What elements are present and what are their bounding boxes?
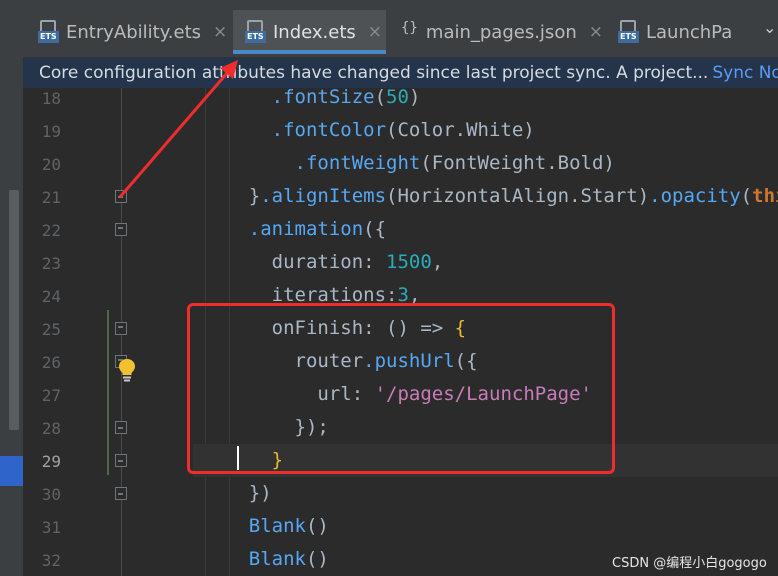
code-token: () [305, 548, 329, 570]
code-token: 50 [386, 88, 409, 108]
ets-file-icon: ETS [38, 20, 60, 44]
code-line[interactable]: }) [193, 477, 778, 510]
project-panel-scrollbar[interactable] [9, 190, 19, 430]
code-line[interactable]: .fontSize(50) [193, 88, 778, 114]
editor-gutter[interactable]: 18 19 20 21 22 23 24 25 26 27 28 29 30 31 32 [23, 88, 193, 576]
line-number: 18 [41, 89, 61, 108]
line-number: 22 [41, 221, 61, 240]
close-icon[interactable]: × [368, 22, 382, 42]
code-line[interactable]: .fontColor(Color.White) [193, 114, 778, 147]
code-token: ( [374, 88, 387, 108]
fold-marker-icon[interactable] [115, 487, 127, 500]
code-token: : [363, 251, 387, 273]
code-token: .opacity [649, 185, 741, 207]
line-number: 21 [41, 188, 61, 207]
code-token: .fontWeight [294, 152, 421, 174]
vcs-change-marker[interactable] [107, 310, 109, 475]
code-token: (FontWeight.Bold) [420, 152, 615, 174]
code-token: .fontSize [271, 88, 375, 108]
code-token: (Color.White) [386, 119, 535, 141]
code-token: () [305, 515, 329, 537]
code-token: ( [740, 185, 753, 207]
json-file-icon: {} [401, 20, 418, 36]
code-token: .alignItems [260, 185, 387, 207]
tab-label: LaunchPa [646, 21, 733, 43]
code-token: .fontColor [271, 119, 387, 141]
line-number: 30 [41, 485, 61, 504]
ets-file-icon: ETS [245, 20, 267, 44]
project-panel-strip [0, 0, 23, 576]
code-token: ) [408, 88, 421, 108]
tab-label: Index.ets [273, 21, 356, 43]
tab-launchpage[interactable]: ETS LaunchPa [606, 10, 738, 54]
sync-notification-banner: Core configuration attributes have chang… [23, 58, 778, 88]
line-number: 24 [41, 287, 61, 306]
fold-marker-icon[interactable] [115, 223, 127, 236]
line-number: 28 [41, 419, 61, 438]
line-number: 26 [41, 353, 61, 372]
code-line[interactable]: .animation({ [193, 213, 778, 246]
line-number: 25 [41, 320, 61, 339]
code-token: }) [203, 482, 272, 504]
code-token: ({ [363, 218, 387, 240]
tab-label: main_pages.json [425, 21, 577, 43]
tab-main-pages[interactable]: {} main_pages.json × [389, 10, 603, 54]
code-token: Blank [248, 515, 306, 537]
code-token: Blank [248, 548, 306, 570]
code-token: this [752, 185, 778, 207]
code-token: (HorizontalAlign.Start) [386, 185, 650, 207]
ets-file-icon: ETS [618, 20, 640, 44]
fold-marker-icon[interactable] [115, 421, 127, 434]
code-token: } [203, 185, 261, 207]
code-line[interactable]: }.alignItems(HorizontalAlign.Start).opac… [193, 180, 778, 213]
code-token: 1500 [386, 251, 432, 273]
tab-index[interactable]: ETS Index.ets × [233, 10, 386, 54]
close-icon[interactable]: × [589, 22, 603, 42]
watermark: CSDN @编程小白gogogo [612, 556, 767, 571]
code-token: .animation [248, 218, 364, 240]
tab-label: EntryAbility.ets [66, 21, 202, 43]
line-number: 19 [41, 122, 61, 141]
tab-entryability[interactable]: ETS EntryAbility.ets × [26, 10, 230, 54]
code-line[interactable]: .fontWeight(FontWeight.Bold) [193, 147, 778, 180]
project-panel-selected-item[interactable] [0, 456, 23, 486]
sync-now-link[interactable]: Sync No [712, 63, 778, 83]
line-number: 20 [41, 155, 61, 174]
chevron-down-icon[interactable]: ⌄ [763, 18, 776, 37]
fold-marker-icon[interactable] [115, 454, 127, 467]
editor-tab-bar: ETS EntryAbility.ets × ETS Index.ets × {… [23, 0, 778, 58]
line-number: 29 [41, 452, 61, 471]
code-line[interactable]: Blank() [193, 510, 778, 543]
code-token: , [431, 251, 444, 273]
line-number: 31 [41, 518, 61, 537]
line-number: 32 [41, 551, 61, 570]
code-line[interactable]: duration: 1500, [193, 246, 778, 279]
lightbulb-icon[interactable] [118, 358, 136, 382]
fold-marker-icon[interactable] [115, 190, 127, 203]
line-number: 27 [41, 386, 61, 405]
banner-message: Core configuration attributes have chang… [39, 63, 709, 83]
highlight-box-annotation [187, 303, 615, 474]
code-token: duration [203, 251, 364, 273]
line-number: 23 [41, 254, 61, 273]
fold-marker-icon[interactable] [115, 322, 127, 335]
close-icon[interactable]: × [213, 22, 227, 42]
